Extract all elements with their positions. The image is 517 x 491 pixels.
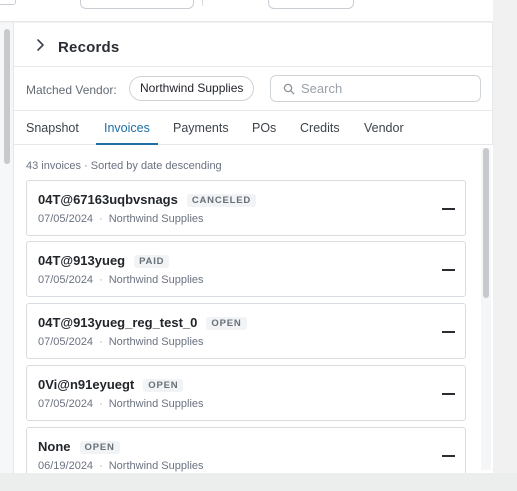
status-badge: PAID bbox=[134, 255, 170, 268]
tab-vendor[interactable]: Vendor bbox=[364, 111, 404, 145]
search-icon bbox=[283, 83, 295, 95]
left-scrollbar-thumb[interactable] bbox=[4, 29, 10, 164]
vendor-filter-row: Matched Vendor: Northwind Supplies bbox=[14, 67, 493, 111]
invoice-card[interactable]: None OPEN 06/19/2024 · Northwind Supplies bbox=[26, 427, 466, 473]
chevron-right-icon[interactable] bbox=[34, 38, 46, 52]
invoice-list-meta: 43 invoices · Sorted by date descending bbox=[26, 160, 222, 172]
invoice-vendor: Northwind Supplies bbox=[108, 336, 204, 348]
records-content: Records Matched Vendor: Northwind Suppli… bbox=[14, 23, 493, 473]
filter-separator bbox=[202, 0, 203, 6]
invoice-number: None bbox=[38, 439, 71, 454]
invoice-card[interactable]: 04T@67163uqbvsnags CANCELED 07/05/2024 · No… bbox=[26, 180, 466, 236]
matched-vendor-label: Matched Vendor: bbox=[26, 83, 117, 97]
invoice-number-row: 0Vi@n91eyuegt OPEN bbox=[38, 377, 184, 392]
invoice-details: 06/19/2024 · Northwind Supplies bbox=[38, 460, 204, 472]
minus-icon[interactable] bbox=[442, 455, 455, 457]
invoice-number-row: 04T@913yueg_reg_test_0 OPEN bbox=[38, 315, 247, 330]
records-title: Records bbox=[58, 39, 120, 56]
invoice-card[interactable]: 04T@913yueg PAID 07/05/2024 · Northwind Sup… bbox=[26, 241, 466, 297]
invoice-card[interactable]: 0Vi@n91eyuegt OPEN 07/05/2024 · Northwind S… bbox=[26, 365, 466, 421]
invoice-details: 07/05/2024 · Northwind Supplies bbox=[38, 398, 204, 410]
invoice-date: 07/05/2024 bbox=[38, 274, 94, 286]
separator-dot: · bbox=[99, 336, 103, 348]
invoice-details: 07/05/2024 · Northwind Supplies bbox=[38, 336, 204, 348]
tab-pos[interactable]: POs bbox=[252, 111, 276, 145]
invoice-number: 04T@913yueg bbox=[38, 253, 126, 268]
bottom-bar bbox=[0, 473, 517, 491]
status-badge: CANCELED bbox=[186, 194, 257, 207]
separator-dot: · bbox=[99, 460, 103, 472]
list-scrollbar-thumb[interactable] bbox=[483, 148, 489, 298]
invoice-number: 0Vi@n91eyuegt bbox=[38, 377, 135, 392]
invoice-date: 07/05/2024 bbox=[38, 213, 94, 225]
records-header: Records bbox=[14, 23, 493, 67]
tab-invoices[interactable]: Invoices bbox=[96, 111, 158, 145]
invoice-number-row: None OPEN bbox=[38, 439, 120, 454]
invoice-details: 07/05/2024 · Northwind Supplies bbox=[38, 274, 204, 286]
invoice-number-row: 04T@913yueg PAID bbox=[38, 253, 170, 268]
records-tabs: Snapshot Invoices Payments POs Credits V… bbox=[14, 111, 493, 145]
status-badge: OPEN bbox=[143, 379, 184, 392]
tab-credits[interactable]: Credits bbox=[300, 111, 340, 145]
search-box[interactable] bbox=[270, 75, 481, 102]
invoice-date: 07/05/2024 bbox=[38, 398, 94, 410]
status-badge: OPEN bbox=[79, 441, 120, 454]
invoice-date: 07/05/2024 bbox=[38, 336, 94, 348]
left-scrollbar[interactable] bbox=[0, 23, 14, 473]
invoice-date: 06/19/2024 bbox=[38, 460, 94, 472]
minus-icon[interactable] bbox=[442, 393, 455, 395]
separator-dot: · bbox=[99, 398, 103, 410]
list-scrollbar[interactable] bbox=[481, 148, 491, 470]
invoice-number: 04T@913yueg_reg_test_0 bbox=[38, 315, 198, 330]
invoice-card[interactable]: 04T@913yueg_reg_test_0 OPEN 07/05/2024 · No… bbox=[26, 303, 466, 359]
minus-icon[interactable] bbox=[442, 331, 455, 333]
invoice-number: 04T@67163uqbvsnags bbox=[38, 192, 178, 207]
invoice-list: 43 invoices · Sorted by date descending … bbox=[14, 145, 493, 473]
invoice-vendor: Northwind Supplies bbox=[108, 213, 204, 225]
minus-icon[interactable] bbox=[442, 208, 455, 210]
status-badge: OPEN bbox=[206, 317, 247, 330]
tab-snapshot[interactable]: Snapshot bbox=[26, 111, 79, 145]
filter-checkbox[interactable] bbox=[0, 0, 16, 5]
filter-select-secondary[interactable] bbox=[268, 0, 354, 9]
invoice-vendor: Northwind Supplies bbox=[108, 398, 204, 410]
invoice-vendor: Northwind Supplies bbox=[108, 274, 204, 286]
invoice-details: 07/05/2024 · Northwind Supplies bbox=[38, 213, 204, 225]
search-input[interactable] bbox=[301, 79, 471, 98]
filter-select-primary[interactable] bbox=[80, 0, 194, 9]
invoice-vendor: Northwind Supplies bbox=[108, 460, 204, 472]
matched-vendor-chip[interactable]: Northwind Supplies bbox=[129, 76, 255, 101]
minus-icon[interactable] bbox=[442, 269, 455, 271]
tab-payments[interactable]: Payments bbox=[173, 111, 229, 145]
filter-bar bbox=[0, 0, 493, 22]
invoice-number-row: 04T@67163uqbvsnags CANCELED bbox=[38, 192, 257, 207]
separator-dot: · bbox=[99, 213, 103, 225]
separator-dot: · bbox=[99, 274, 103, 286]
